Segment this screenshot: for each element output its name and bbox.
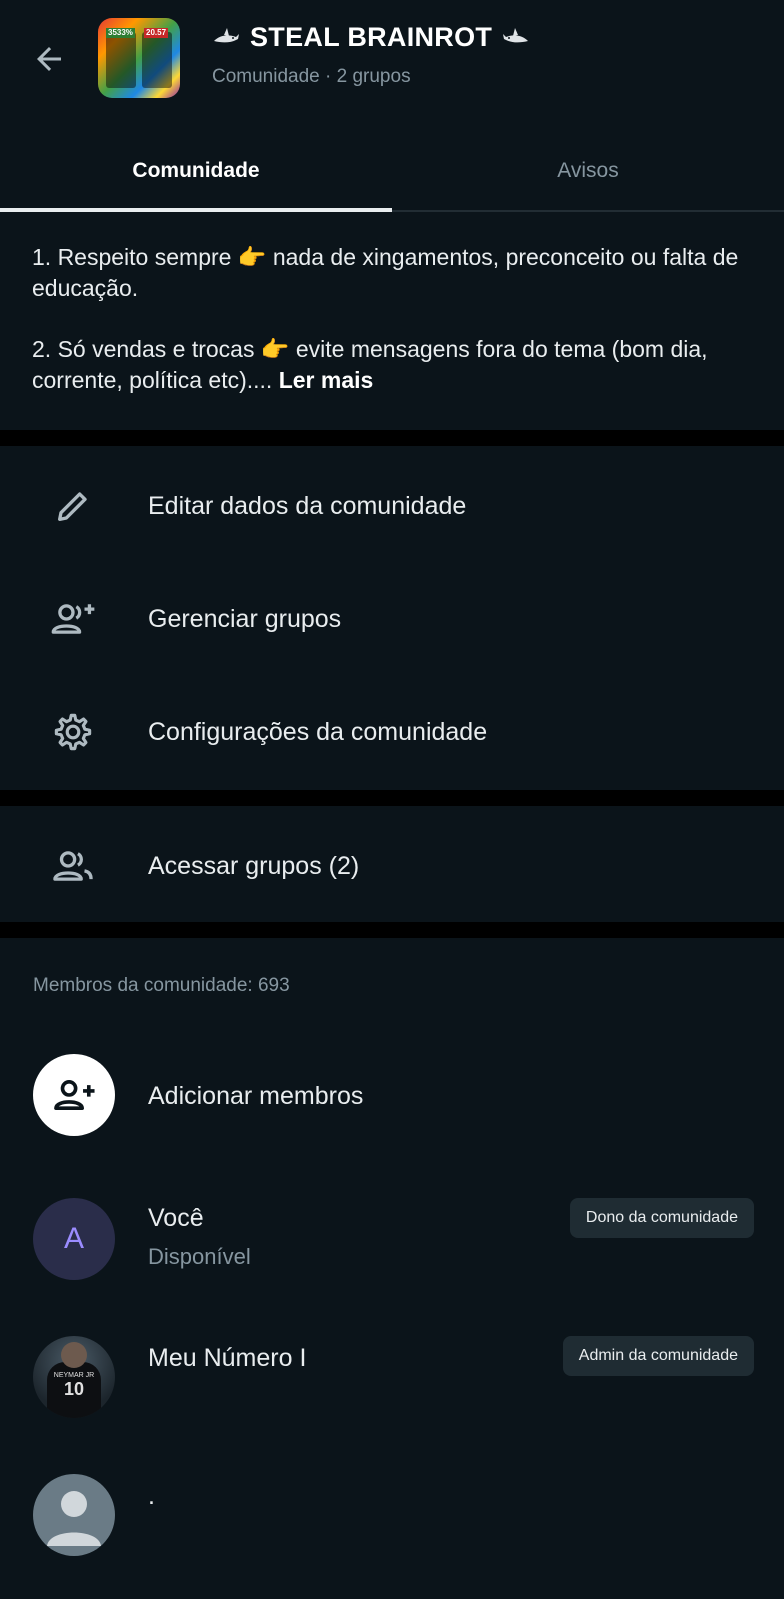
- shark-icon: [503, 27, 529, 42]
- community-settings-label: Configurações da comunidade: [148, 717, 488, 746]
- avatar: A: [33, 1198, 115, 1280]
- community-title: STEAL BRAINROT: [250, 22, 493, 52]
- group-add-icon: [50, 596, 96, 642]
- add-members-label: Adicionar membros: [148, 1082, 364, 1110]
- section-divider: [0, 922, 784, 938]
- shark-icon: [214, 27, 239, 42]
- gear-icon: [50, 709, 96, 755]
- manage-groups-label: Gerenciar grupos: [148, 604, 342, 633]
- edit-community-item[interactable]: Editar dados da comunidade: [0, 450, 784, 562]
- member-status: Disponível: [148, 1244, 251, 1269]
- community-avatar[interactable]: 3533% 20.57: [98, 18, 180, 98]
- jersey-shape: NEYMAR JR 10: [47, 1362, 101, 1418]
- tab-indicator: [0, 208, 392, 212]
- jersey-number: 10: [63, 1379, 85, 1399]
- avatar-badge: 20.57: [144, 28, 169, 38]
- back-button[interactable]: [26, 36, 72, 82]
- person-add-icon: [54, 1080, 95, 1110]
- add-members-item[interactable]: Adicionar membros: [0, 1048, 784, 1148]
- arrow-back-icon: [37, 47, 61, 71]
- avatar-badge: 3533%: [106, 28, 135, 38]
- avatar: NEYMAR JR 10: [33, 1336, 115, 1418]
- community-header: 3533% 20.57 STEAL BRAINROT Comunidade · …: [0, 0, 784, 120]
- rule-2-wrap: 2. Só vendas e trocas 👉 evite mensagens …: [32, 334, 752, 396]
- jersey-text: NEYMAR JR: [53, 1372, 95, 1379]
- access-groups-label: Acessar grupos (2): [148, 851, 360, 880]
- avatar-initial: A: [63, 1222, 84, 1255]
- manage-groups-item[interactable]: Gerenciar grupos: [0, 563, 784, 675]
- avatar: [33, 1474, 115, 1556]
- edit-community-label: Editar dados da comunidade: [148, 491, 467, 520]
- member-name: .: [148, 1482, 155, 1510]
- tab-avisos[interactable]: Avisos: [392, 132, 784, 210]
- member-row[interactable]: NEYMAR JR 10 Meu Número I Admin da comun…: [0, 1330, 784, 1430]
- tab-bar: Comunidade Avisos: [0, 132, 784, 212]
- read-more-link[interactable]: Ler mais: [279, 367, 374, 393]
- members-count: Membros da comunidade: 693: [33, 975, 290, 996]
- community-description: 1. Respeito sempre 👉 nada de xingamentos…: [32, 242, 752, 396]
- member-name: Meu Número I: [148, 1344, 307, 1372]
- member-row[interactable]: A Você Disponível Dono da comunidade: [0, 1192, 784, 1292]
- admin-badge: Admin da comunidade: [562, 1336, 754, 1376]
- tab-comunidade[interactable]: Comunidade: [0, 132, 392, 210]
- add-member-icon-circle: [33, 1054, 115, 1136]
- community-subtitle: Comunidade · 2 grupos: [212, 66, 411, 87]
- section-divider: [0, 790, 784, 806]
- rule-1: 1. Respeito sempre 👉 nada de xingamentos…: [32, 244, 739, 301]
- avatar-panel: [142, 32, 172, 88]
- section-divider: [0, 430, 784, 446]
- community-title-row[interactable]: STEAL BRAINROT: [212, 22, 530, 53]
- default-avatar-icon: [47, 1491, 101, 1546]
- owner-badge: Dono da comunidade: [569, 1198, 754, 1238]
- player-head: [61, 1342, 87, 1368]
- member-name: Você: [148, 1204, 204, 1232]
- community-settings-item[interactable]: Configurações da comunidade: [0, 676, 784, 788]
- access-groups-item[interactable]: Acessar grupos (2): [0, 810, 784, 922]
- avatar-panel: [106, 32, 136, 88]
- member-row[interactable]: .: [0, 1468, 784, 1568]
- pencil-icon: [50, 483, 96, 529]
- groups-icon: [50, 843, 96, 889]
